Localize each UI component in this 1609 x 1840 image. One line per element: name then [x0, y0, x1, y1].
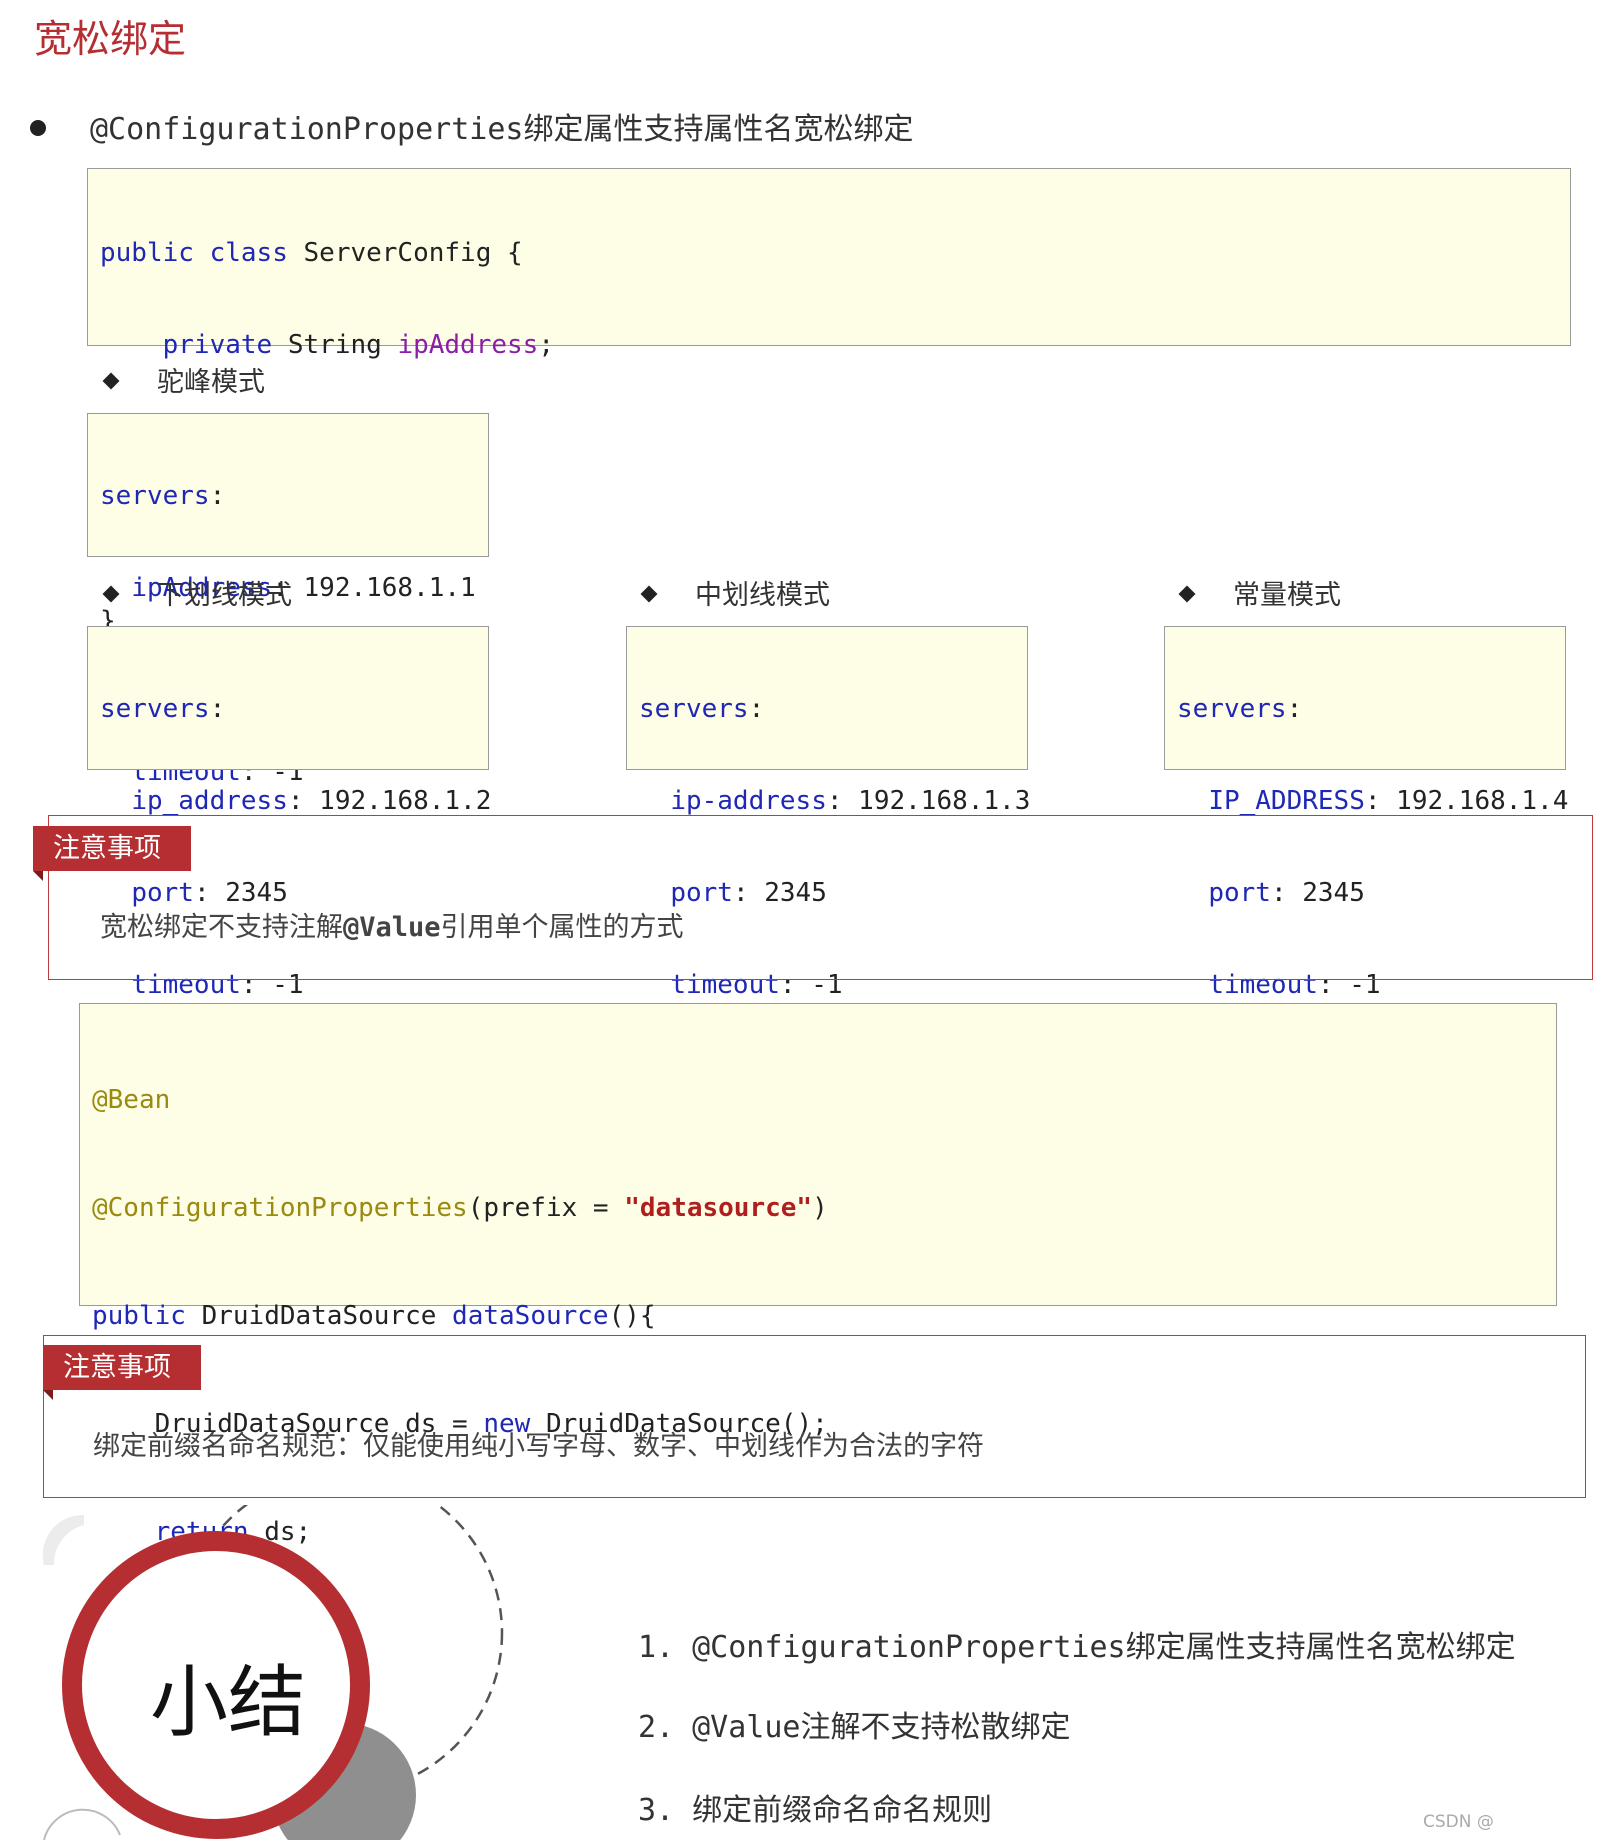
code-token: (prefix =	[467, 1193, 625, 1223]
summary-item-3: 3. 绑定前缀命名命名规则	[638, 1785, 992, 1829]
yaml-value: 192.168.1.1	[303, 573, 476, 603]
mode-constant-label: 常量模式	[1178, 573, 1341, 612]
code-token: public	[92, 1301, 186, 1331]
yaml-value: 192.168.1.4	[1396, 786, 1569, 816]
page-title: 宽松绑定	[34, 17, 187, 61]
yaml-key: servers	[100, 481, 210, 511]
summary-num: 2.	[638, 1710, 675, 1745]
note-box-1	[48, 815, 1593, 980]
summary-num: 1.	[638, 1630, 675, 1665]
code-token: DruidDataSource	[201, 1301, 437, 1331]
code-token: String	[287, 330, 382, 360]
note-tag-1: 注意事项	[33, 826, 191, 881]
yaml-underscore-block: servers: ip_address: 192.168.1.2 port: 2…	[87, 626, 491, 1000]
summary-text: 绑定前缀命名命名规则	[692, 1793, 993, 1828]
mode-label-text: 下划线模式	[157, 580, 292, 611]
yaml-key: ip-address	[670, 786, 827, 816]
summary-num: 3.	[638, 1793, 675, 1828]
code-token: )	[812, 1193, 828, 1223]
decor-arc-icon	[43, 1808, 121, 1840]
yaml-kebab-block: servers: ip-address: 192.168.1.3 port: 2…	[626, 626, 1030, 1000]
mode-camel-label: 驼峰模式	[102, 360, 265, 399]
decor-arc-icon	[42, 1514, 84, 1565]
mode-underscore-label: 下划线模式	[102, 573, 292, 612]
note-text-2: 绑定前缀名命名规范：仅能使用纯小写字母、数字、中划线作为合法的字符	[93, 1431, 984, 1462]
diamond-icon	[1178, 585, 1196, 603]
intro-text: @ConfigurationProperties绑定属性支持属性名宽松绑定	[90, 112, 914, 147]
bullet-dot-icon	[30, 119, 46, 136]
code-token: public	[100, 238, 194, 268]
summary-item-1: 1. @ConfigurationProperties绑定属性支持属性名宽松绑定	[638, 1622, 1516, 1666]
summary-text: @Value注解不支持松散绑定	[692, 1710, 1071, 1745]
code-token: @ConfigurationProperties	[92, 1193, 468, 1223]
code-token: "datasource"	[624, 1193, 813, 1223]
yaml-value: 192.168.1.3	[858, 786, 1031, 816]
yaml-value: 192.168.1.2	[319, 786, 492, 816]
code-token: (){	[608, 1301, 656, 1331]
yaml-key: servers	[639, 694, 749, 724]
note-box-2	[43, 1335, 1586, 1498]
intro-bullet: @ConfigurationProperties绑定属性支持属性名宽松绑定	[30, 104, 913, 148]
summary-text: @ConfigurationProperties绑定属性支持属性名宽松绑定	[692, 1630, 1516, 1665]
yaml-key: ip_address	[131, 786, 288, 816]
bean-code-block: @Bean @ConfigurationProperties(prefix = …	[79, 1003, 1557, 1655]
yaml-key: IP_ADDRESS	[1208, 786, 1365, 816]
diamond-icon	[640, 585, 658, 603]
summary-heading: 小结	[150, 1658, 307, 1748]
code-token: dataSource	[452, 1301, 609, 1331]
code-token: ;	[538, 330, 554, 360]
watermark: CSDN @	[1423, 1812, 1494, 1832]
note-text-part: 宽松绑定不支持注解	[100, 912, 343, 943]
code-token: class	[209, 238, 288, 268]
yaml-key: servers	[100, 694, 210, 724]
mode-label-text: 常量模式	[1233, 580, 1341, 611]
code-token: ipAddress	[397, 330, 539, 360]
mode-label-text: 驼峰模式	[157, 367, 265, 398]
diamond-icon	[102, 585, 120, 603]
yaml-key: servers	[1177, 694, 1287, 724]
yaml-camel-block: servers: ipAddress: 192.168.1.1 port: 23…	[87, 413, 489, 787]
note-text-code: @Value	[343, 912, 441, 943]
mode-kebab-label: 中划线模式	[640, 573, 830, 612]
class-code-block: public class ServerConfig { private Stri…	[87, 168, 1571, 636]
diamond-icon	[102, 372, 120, 390]
code-token: ServerConfig {	[303, 238, 523, 268]
yaml-constant-block: servers: IP_ADDRESS: 192.168.1.4 port: 2…	[1164, 626, 1568, 1000]
note-text-part: 引用单个属性的方式	[440, 912, 684, 943]
code-token: private	[162, 330, 273, 360]
note-text-1: 宽松绑定不支持注解@Value引用单个属性的方式	[100, 905, 684, 944]
summary-item-2: 2. @Value注解不支持松散绑定	[638, 1702, 1071, 1746]
note-tag-2: 注意事项	[43, 1345, 201, 1400]
mode-label-text: 中划线模式	[695, 580, 830, 611]
code-token: @Bean	[92, 1085, 171, 1115]
